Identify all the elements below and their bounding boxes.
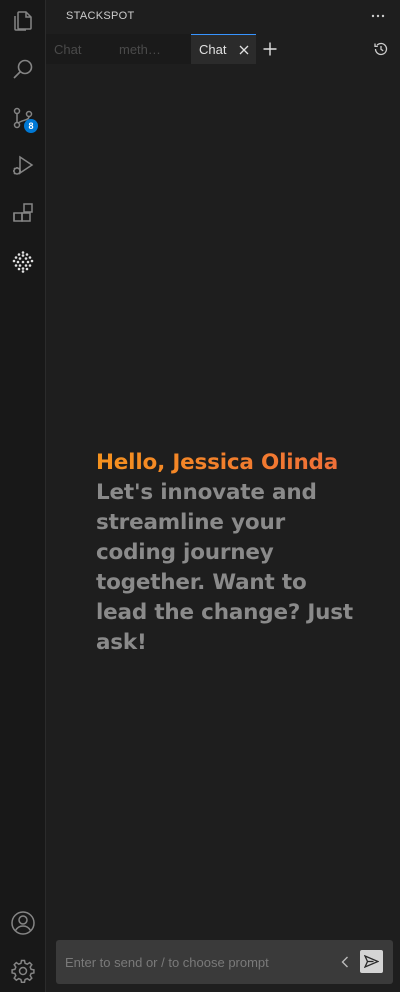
prompt-bar	[56, 940, 393, 984]
greeting-text: Hello, Jessica Olinda	[96, 448, 356, 478]
source-control-badge: 8	[24, 119, 38, 133]
chevron-left-icon[interactable]	[336, 953, 354, 971]
close-icon[interactable]	[236, 42, 252, 58]
extensions-icon[interactable]	[0, 190, 46, 238]
tagline-text: Let's innovate and streamline your codin…	[96, 480, 353, 655]
stackspot-icon[interactable]	[0, 238, 46, 286]
panel-header: STACKSPOT	[46, 0, 400, 32]
chat-tabs: Chat meth… Chat	[46, 34, 400, 64]
tab-chat-1[interactable]: Chat	[46, 34, 110, 64]
history-icon[interactable]	[372, 40, 390, 58]
run-debug-icon[interactable]	[0, 142, 46, 190]
tab-label: Chat	[54, 41, 82, 57]
plus-icon[interactable]	[260, 39, 280, 59]
send-button[interactable]	[360, 950, 383, 973]
search-icon[interactable]	[0, 45, 46, 93]
tab-chat-active[interactable]: Chat	[191, 34, 256, 64]
welcome-message: Hello, Jessica Olinda Let's innovate and…	[96, 448, 356, 658]
panel-title: STACKSPOT	[66, 10, 135, 22]
tab-label: meth…	[119, 41, 161, 57]
files-icon[interactable]	[0, 0, 46, 45]
prompt-input[interactable]	[56, 940, 326, 984]
settings-gear-icon[interactable]	[0, 947, 46, 992]
tab-label: Chat	[199, 42, 227, 57]
stackspot-panel: STACKSPOT Chat meth… Chat Hello, Jessica…	[46, 0, 400, 992]
send-icon	[364, 955, 379, 968]
activity-bar: 8	[0, 0, 46, 992]
ellipsis-icon[interactable]	[368, 6, 388, 26]
account-icon[interactable]	[0, 899, 46, 947]
tab-meth[interactable]: meth…	[110, 34, 191, 64]
source-control-icon[interactable]	[0, 94, 46, 142]
